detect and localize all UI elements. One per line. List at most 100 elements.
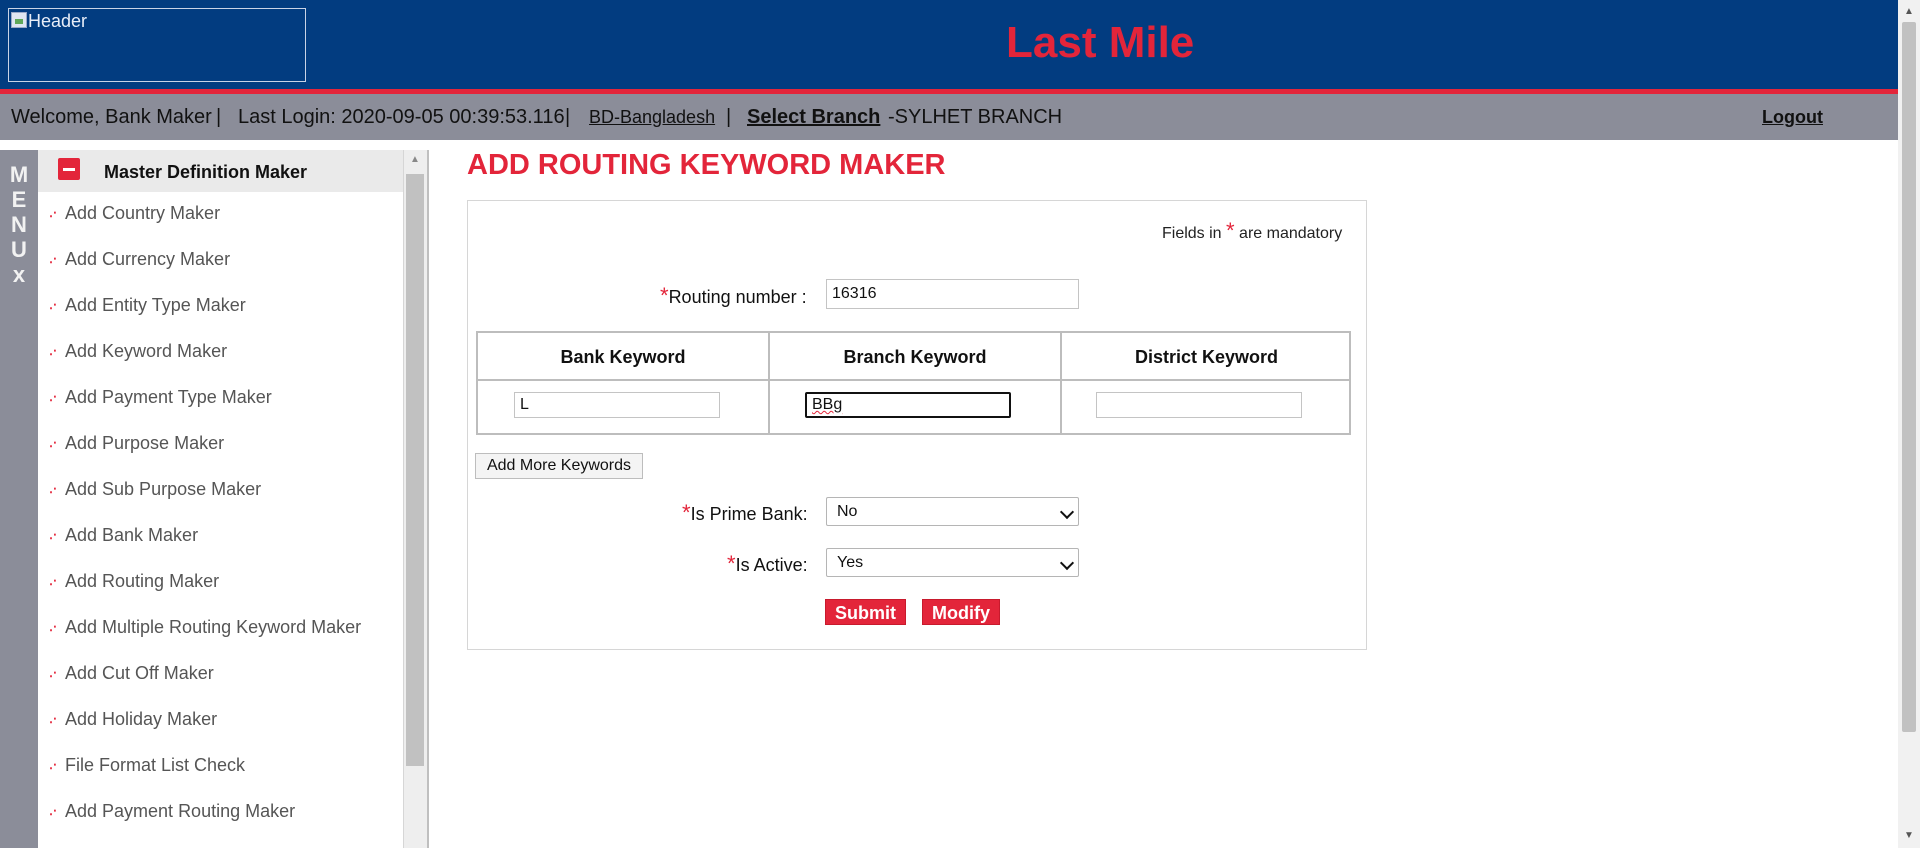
sidebar-item-label: File Format List Check (65, 755, 246, 775)
bullet-icon: ․‧ (49, 252, 57, 266)
sidebar-item-label: Add Entity Type Maker (65, 295, 246, 315)
district-keyword-input[interactable] (1096, 392, 1302, 418)
current-branch-text: -SYLHET BRANCH (888, 106, 1063, 128)
sidebar-item-add-purpose-maker[interactable]: ․‧ Add Purpose Maker (38, 426, 404, 460)
bullet-icon: ․‧ (49, 712, 57, 726)
column-header-bank-keyword: Bank Keyword (560, 347, 686, 367)
sidebar-scroll-thumb[interactable] (406, 174, 424, 766)
column-header-branch-keyword: Branch Keyword (843, 347, 987, 367)
menu-letter: N (11, 212, 27, 237)
add-more-keywords-button[interactable]: Add More Keywords (475, 453, 643, 479)
bullet-icon: ․‧ (49, 298, 57, 312)
sidebar-item-add-country-maker[interactable]: ․‧ Add Country Maker (38, 196, 404, 230)
collapse-icon[interactable] (58, 158, 80, 180)
bullet-icon: ․‧ (49, 482, 57, 496)
routing-number-input[interactable]: 16316 (826, 279, 1079, 309)
page-scroll-thumb[interactable] (1902, 22, 1916, 732)
sidebar-item-label: Add Payment Type Maker (65, 387, 272, 407)
required-star: * (1226, 218, 1235, 243)
page-scrollbar[interactable]: ▲ ▼ (1898, 0, 1920, 848)
header-logo-alt-text: Header (28, 11, 88, 31)
sidebar-item-add-sub-purpose-maker[interactable]: ․‧ Add Sub Purpose Maker (38, 472, 404, 506)
sidebar-item-label: Add Routing Maker (65, 571, 220, 591)
is-prime-bank-select[interactable]: No (826, 497, 1079, 526)
broken-image-icon (11, 12, 27, 28)
sidebar-item-add-payment-routing-maker[interactable]: ․‧ Add Payment Routing Maker (38, 794, 404, 828)
menu-close-icon[interactable]: x (0, 262, 38, 287)
nav-section-title: Master Definition Maker (104, 162, 308, 182)
sidebar-item-label: Add Country Maker (65, 203, 221, 223)
header-logo-image: Header (8, 8, 306, 82)
sidebar-item-add-routing-maker[interactable]: ․‧ Add Routing Maker (38, 564, 404, 598)
routing-number-label-text: Routing number : (668, 287, 807, 307)
sidebar-item-add-keyword-maker[interactable]: ․‧ Add Keyword Maker (38, 334, 404, 368)
logout-link[interactable]: Logout (1762, 94, 1823, 140)
is-active-label-text: Is Active: (735, 555, 808, 575)
sidebar-item-label: Add Bank Maker (65, 525, 199, 545)
sidebar-item-add-bank-maker[interactable]: ․‧ Add Bank Maker (38, 518, 404, 552)
required-star: * (727, 551, 736, 576)
column-header-district-keyword: District Keyword (1134, 347, 1279, 367)
modify-button[interactable]: Modify (922, 599, 1000, 625)
sidebar-item-add-currency-maker[interactable]: ․‧ Add Currency Maker (38, 242, 404, 276)
bullet-icon: ․‧ (49, 804, 57, 818)
nav-section-header[interactable]: Master Definition Maker (38, 150, 404, 192)
table-column-divider (1060, 333, 1062, 433)
submit-button[interactable]: Submit (825, 599, 906, 625)
bullet-icon: ․‧ (49, 758, 57, 772)
menu-letter: U (11, 237, 27, 262)
is-active-select[interactable]: Yes (826, 548, 1079, 577)
table-row-divider (478, 379, 1349, 381)
sidebar-item-file-format-list-check[interactable]: ․‧ File Format List Check (38, 748, 404, 782)
app-title: Last Mile (1006, 18, 1195, 67)
is-active-value: Yes (837, 554, 864, 571)
sidebar-divider (427, 150, 429, 848)
bullet-icon: ․‧ (49, 344, 57, 358)
separator: | (216, 106, 222, 128)
bullet-icon: ․‧ (49, 574, 57, 588)
is-prime-bank-value: No (837, 503, 858, 520)
routing-number-label: *Routing number : (660, 283, 807, 309)
bullet-icon: ․‧ (49, 206, 57, 220)
required-star: * (660, 283, 669, 308)
sidebar-item-add-entity-type-maker[interactable]: ․‧ Add Entity Type Maker (38, 288, 404, 322)
scroll-down-arrow-icon[interactable]: ▼ (1904, 830, 1914, 841)
sidebar-item-label: Add Purpose Maker (65, 433, 225, 453)
branch-keyword-value: BBg (812, 396, 843, 413)
page-title: ADD ROUTING KEYWORD MAKER (467, 149, 946, 181)
bullet-icon: ․‧ (49, 390, 57, 404)
required-star: * (682, 500, 691, 525)
scroll-up-arrow-icon[interactable]: ▲ (410, 154, 420, 165)
sidebar-item-label: Add Keyword Maker (65, 341, 228, 361)
menu-vertical-label[interactable]: M E N U x (0, 162, 38, 287)
country-link[interactable]: BD-Bangladesh (589, 94, 715, 140)
keyword-table: Bank Keyword Branch Keyword District Key… (476, 331, 1351, 435)
chevron-down-icon (1059, 555, 1075, 571)
scroll-up-arrow-icon[interactable]: ▲ (1904, 6, 1914, 17)
select-branch-link[interactable]: Select Branch (747, 94, 880, 140)
bank-keyword-input[interactable]: L (514, 392, 720, 418)
sidebar-item-label: Add Sub Purpose Maker (65, 479, 262, 499)
welcome-text: Welcome, Bank Maker (11, 106, 212, 128)
sidebar-scrollbar[interactable]: ▲ (403, 150, 427, 848)
bullet-icon: ․‧ (49, 436, 57, 450)
sidebar-item-label: Add Multiple Routing Keyword Maker (65, 617, 362, 637)
bullet-icon: ․‧ (49, 528, 57, 542)
menu-letter: E (11, 187, 27, 212)
branch-keyword-input[interactable]: BBg (805, 392, 1011, 418)
sidebar-item-add-holiday-maker[interactable]: ․‧ Add Holiday Maker (38, 702, 404, 736)
bullet-icon: ․‧ (49, 666, 57, 680)
app-header: Header Last Mile (0, 0, 1898, 92)
user-info-bar: Welcome, Bank Maker | Last Login: 2020-0… (0, 94, 1898, 140)
sidebar-item-add-multiple-routing-keyword-maker[interactable]: ․‧ Add Multiple Routing Keyword Maker (38, 610, 404, 644)
is-active-label: *Is Active: (727, 551, 808, 577)
separator: | (565, 106, 571, 128)
sidebar-item-label: Add Holiday Maker (65, 709, 218, 729)
sidebar-item-label: Add Payment Routing Maker (65, 801, 296, 821)
mandatory-note-suffix: are mandatory (1239, 225, 1343, 242)
last-login-text: Last Login: 2020-09-05 00:39:53.116 (238, 106, 565, 128)
sidebar-item-add-payment-type-maker[interactable]: ․‧ Add Payment Type Maker (38, 380, 404, 414)
sidebar-item-label: Add Currency Maker (65, 249, 231, 269)
sidebar-item-add-cut-off-maker[interactable]: ․‧ Add Cut Off Maker (38, 656, 404, 690)
mandatory-note-prefix: Fields in (1162, 225, 1222, 242)
